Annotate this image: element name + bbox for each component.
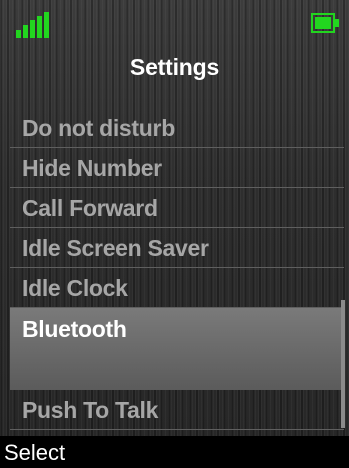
status-bar <box>0 0 349 44</box>
menu-item-hide-number[interactable]: Hide Number <box>10 148 344 188</box>
menu-item-do-not-disturb[interactable]: Do not disturb <box>10 108 344 148</box>
menu-item-label: Call Forward <box>22 195 158 221</box>
battery-icon <box>311 13 341 37</box>
menu-item-label: Push To Talk <box>22 397 159 423</box>
menu-item-idle-clock[interactable]: Idle Clock <box>10 268 344 308</box>
signal-strength-icon <box>16 12 52 38</box>
softkey-bar: Select <box>0 436 349 468</box>
menu-item-label: Bluetooth <box>22 316 127 342</box>
menu-item-label: Idle Screen Saver <box>22 235 209 261</box>
select-softkey[interactable]: Select <box>4 440 65 466</box>
menu-item-call-forward[interactable]: Call Forward <box>10 188 344 228</box>
menu-item-label: Do not disturb <box>22 115 175 141</box>
menu-item-push-to-talk[interactable]: Push To Talk <box>10 390 344 430</box>
menu-item-label: Hide Number <box>22 155 162 181</box>
settings-menu: Do not disturb Hide Number Call Forward … <box>10 108 344 430</box>
phone-screen: Settings Do not disturb Hide Number Call… <box>0 0 349 468</box>
menu-item-label: Idle Clock <box>22 275 128 301</box>
scrollbar[interactable] <box>341 300 345 428</box>
page-title: Settings <box>129 54 220 80</box>
menu-item-bluetooth[interactable]: Bluetooth <box>10 308 344 390</box>
menu-item-idle-screen-saver[interactable]: Idle Screen Saver <box>10 228 344 268</box>
